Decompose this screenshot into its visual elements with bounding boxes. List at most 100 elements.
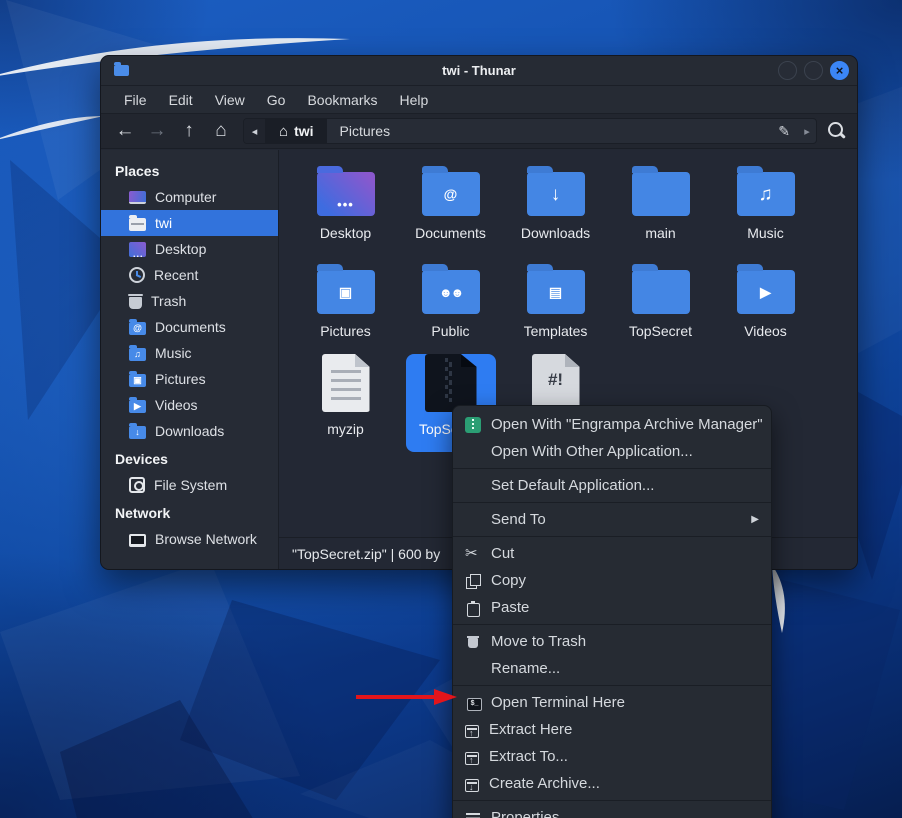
search-icon[interactable] — [823, 118, 849, 144]
folder-downloads-icon: ↓ — [129, 426, 146, 439]
menubar-item-go[interactable]: Go — [258, 89, 295, 111]
menu-item-label: Properties... — [491, 809, 759, 818]
context-menu-item-send-to[interactable]: Send To▶ — [453, 506, 771, 533]
folder-documents-icon: @ — [129, 322, 146, 335]
copy-icon — [465, 573, 481, 589]
image-glyph: ▣ — [339, 285, 352, 299]
menubar-item-help[interactable]: Help — [391, 89, 438, 111]
file-label: Templates — [524, 323, 588, 339]
properties-icon — [465, 810, 481, 818]
sidebar-header-network: Network — [101, 498, 278, 526]
path-scroll-left-icon[interactable]: ◂ — [244, 119, 266, 143]
context-menu-item-cut[interactable]: Cut — [453, 540, 771, 567]
titlebar[interactable]: twi - Thunar × — [101, 56, 857, 86]
sidebar-item-trash[interactable]: Trash — [101, 288, 278, 314]
file-pictures[interactable]: ▣Pictures — [301, 256, 391, 354]
file-label: Music — [747, 225, 784, 241]
close-button[interactable]: × — [830, 61, 849, 80]
menubar-item-bookmarks[interactable]: Bookmarks — [298, 89, 386, 111]
file-desktop[interactable]: •••Desktop — [301, 158, 391, 256]
file-templates[interactable]: ▤Templates — [511, 256, 601, 354]
context-menu-item-set-default-application[interactable]: Set Default Application... — [453, 472, 771, 499]
up-button[interactable]: ↑ — [173, 120, 205, 142]
path-scroll-right-icon[interactable]: ▸ — [798, 125, 816, 138]
submenu-arrow-icon: ▶ — [751, 514, 759, 525]
people-glyph: ☻☻ — [439, 286, 462, 299]
back-button[interactable]: ← — [109, 120, 141, 142]
edit-path-pencil-icon[interactable]: ✎ — [770, 123, 798, 140]
menubar-item-view[interactable]: View — [206, 89, 254, 111]
folder-icon: ▶ — [737, 262, 795, 314]
sidebar-item-label: Videos — [155, 397, 198, 413]
sidebar-item-music[interactable]: ♫Music — [101, 340, 278, 366]
minimize-button[interactable] — [778, 61, 797, 80]
sidebar-item-videos[interactable]: ▶Videos — [101, 392, 278, 418]
menubar-item-file[interactable]: File — [115, 89, 156, 111]
context-menu-item-rename[interactable]: Rename... — [453, 655, 771, 682]
folder-icon: ▶ — [737, 270, 795, 314]
sidebar-item-label: Desktop — [155, 241, 206, 257]
context-menu-item-open-with-other-application[interactable]: Open With Other Application... — [453, 438, 771, 465]
folder-icon — [632, 270, 690, 314]
sidebar-item-desktop[interactable]: Desktop — [101, 236, 278, 262]
sidebar-item-pictures[interactable]: ▣Pictures — [101, 366, 278, 392]
file-main[interactable]: main — [616, 158, 706, 256]
context-menu-item-open-with-engrampa-archive-manager[interactable]: Open With "Engrampa Archive Manager" — [453, 411, 771, 438]
sidebar-item-file-system[interactable]: File System — [101, 472, 278, 498]
context-menu-item-paste[interactable]: Paste — [453, 594, 771, 621]
context-menu-item-copy[interactable]: Copy — [453, 567, 771, 594]
breadcrumb-twi[interactable]: ⌂ twi — [266, 119, 327, 143]
red-arrow-shaft — [356, 695, 436, 699]
sidebar-item-browse-network[interactable]: Browse Network — [101, 526, 278, 552]
file-music[interactable]: ♫Music — [721, 158, 811, 256]
path-empty-area[interactable] — [403, 119, 770, 143]
path-bar[interactable]: ◂ ⌂ twi Pictures ✎ ▸ — [243, 118, 817, 144]
maximize-button[interactable] — [804, 61, 823, 80]
folder-icon — [632, 262, 690, 314]
sidebar-item-twi[interactable]: twi — [101, 210, 278, 236]
shebang-glyph: #! — [548, 370, 563, 390]
breadcrumb-pictures[interactable]: Pictures — [327, 119, 404, 143]
context-menu-item-open-terminal-here[interactable]: Open Terminal Here — [453, 689, 771, 716]
terminal-icon — [465, 695, 481, 711]
file-topsecret[interactable]: TopSecret — [616, 256, 706, 354]
folder-icon: ↓ — [527, 172, 585, 216]
sidebar-item-downloads[interactable]: ↓Downloads — [101, 418, 278, 444]
menu-item-label: Extract Here — [489, 721, 759, 738]
sidebar-header-devices: Devices — [101, 444, 278, 472]
wallpaper-facet — [0, 560, 300, 800]
file-myzip[interactable]: myzip — [301, 354, 391, 452]
menubar: FileEditViewGoBookmarksHelp — [101, 86, 857, 114]
context-menu-item-extract-to[interactable]: Extract To... — [453, 743, 771, 770]
status-text: "TopSecret.zip" | 600 by — [292, 546, 440, 562]
file-documents[interactable]: @Documents — [406, 158, 496, 256]
text-document-icon — [322, 360, 370, 412]
file-label: TopSecret — [629, 323, 692, 339]
sidebar-item-label: Pictures — [155, 371, 206, 387]
context-menu-item-create-archive[interactable]: Create Archive... — [453, 770, 771, 797]
forward-button[interactable]: → — [141, 120, 173, 142]
sidebar-item-label: Music — [155, 345, 192, 361]
sidebar-item-recent[interactable]: Recent — [101, 262, 278, 288]
sidebar-item-computer[interactable]: Computer — [101, 184, 278, 210]
context-menu-item-properties[interactable]: Properties... — [453, 804, 771, 818]
context-menu-item-move-to-trash[interactable]: Move to Trash — [453, 628, 771, 655]
file-videos[interactable]: ▶Videos — [721, 256, 811, 354]
file-public[interactable]: ☻☻Public — [406, 256, 496, 354]
file-label: myzip — [327, 421, 364, 437]
create-archive-icon — [465, 779, 479, 792]
sidebar-item-label: Recent — [154, 267, 198, 283]
sidebar-item-label: Browse Network — [155, 531, 257, 547]
sidebar-item-documents[interactable]: @Documents — [101, 314, 278, 340]
folder-icon: ▣ — [317, 270, 375, 314]
file-cell: TopSecret — [608, 256, 713, 354]
video-camera-glyph: ▶ — [760, 285, 771, 299]
file-downloads[interactable]: ↓Downloads — [511, 158, 601, 256]
context-menu-item-extract-here[interactable]: Extract Here — [453, 716, 771, 743]
menubar-item-edit[interactable]: Edit — [160, 89, 202, 111]
folder-icon: ☻☻ — [422, 262, 480, 314]
extract-icon — [465, 752, 479, 765]
home-button[interactable]: ⌂ — [205, 120, 237, 142]
menu-separator — [453, 468, 771, 469]
file-cell: ▶Videos — [713, 256, 818, 354]
